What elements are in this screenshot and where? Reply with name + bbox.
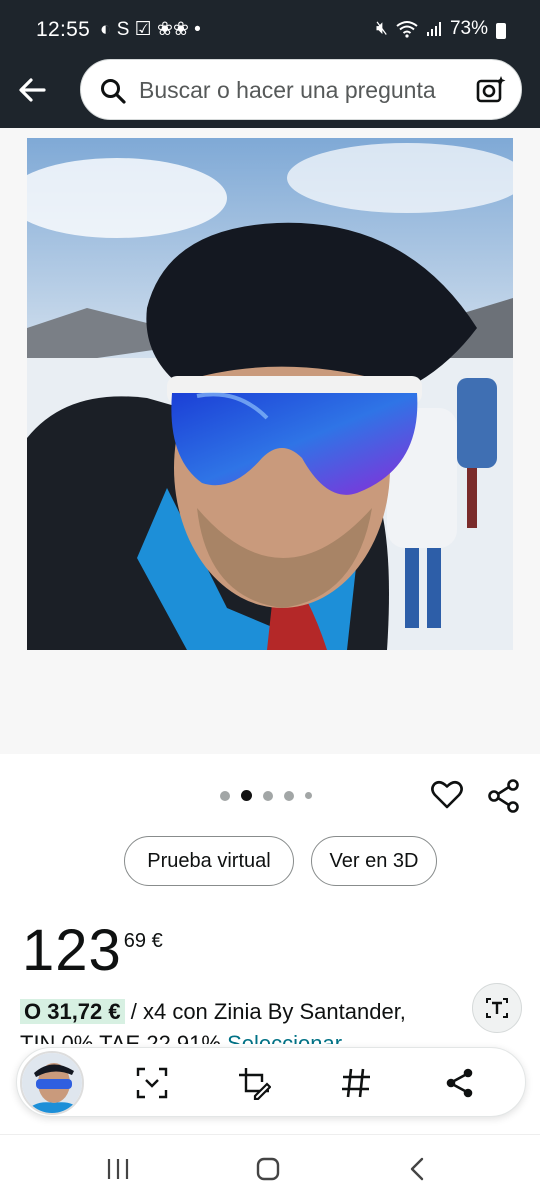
carousel-dot[interactable] [220, 790, 230, 801]
hashtag-icon[interactable] [339, 1066, 373, 1100]
heart-icon[interactable] [430, 778, 464, 812]
system-icons: 🔇︎ 73% [376, 18, 506, 40]
crop-edit-icon[interactable] [237, 1066, 271, 1100]
app-header: 12:55 ◐ S ☑ ❀❀ • 🔇︎ 73% Buscar o hacer u… [0, 0, 540, 128]
home-icon[interactable] [254, 1155, 282, 1183]
carousel-dot-active[interactable] [241, 790, 252, 801]
carousel-dot[interactable] [284, 790, 294, 801]
share-icon[interactable] [443, 1066, 477, 1100]
search-input[interactable]: Buscar o hacer una pregunta [139, 77, 436, 104]
mute-icon: 🔇︎ [375, 18, 388, 39]
back-icon[interactable] [404, 1155, 432, 1183]
select-financing-link[interactable]: Seleccionar [227, 1031, 342, 1044]
virtual-try-on-button[interactable]: Prueba virtual [124, 836, 294, 886]
financing-line-2: TIN 0% TAE 22,91% Seleccionar [20, 1028, 342, 1044]
carousel-dot[interactable] [263, 790, 273, 801]
view-3d-button[interactable]: Ver en 3D [311, 836, 437, 886]
search-bar[interactable]: Buscar o hacer una pregunta [80, 59, 522, 120]
signal-icon [426, 22, 441, 36]
system-nav-bar [0, 1134, 540, 1200]
financing-text: / x4 con Zinia By Santander, [124, 999, 406, 1024]
product-photo[interactable] [27, 138, 513, 650]
share-icon[interactable] [486, 778, 522, 814]
notification-icons: ◐ S ☑ ❀❀ • [100, 19, 201, 40]
carousel-dot[interactable] [305, 792, 312, 799]
carousel-dots [220, 790, 312, 801]
product-thumbnail[interactable] [20, 1051, 84, 1115]
price-fraction: 69 € [123, 930, 163, 952]
product-gallery[interactable] [0, 128, 540, 754]
financing-rates: TIN 0% TAE 22,91% [20, 1031, 228, 1044]
price-whole: 123 [22, 918, 122, 983]
battery-icon [496, 23, 506, 39]
translate-button[interactable] [472, 983, 522, 1033]
text-translate-icon [486, 998, 508, 1018]
scan-icon[interactable] [135, 1066, 169, 1100]
status-time: 12:55 [36, 18, 91, 41]
floating-toolbar [16, 1047, 526, 1117]
price: 123 69 € [22, 918, 163, 984]
wifi-icon [396, 21, 418, 38]
battery-percent: 73% [449, 18, 488, 39]
back-arrow-icon[interactable] [14, 70, 54, 110]
search-icon [101, 79, 126, 104]
camera-search-icon[interactable] [475, 74, 507, 106]
financing-info: O 31,72 € / x4 con Zinia By Santander, T… [20, 996, 470, 1044]
installment-amount: O 31,72 € [20, 999, 125, 1024]
recent-apps-icon[interactable] [104, 1155, 132, 1183]
status-bar: 12:55 ◐ S ☑ ❀❀ • 🔇︎ 73% [0, 0, 540, 60]
